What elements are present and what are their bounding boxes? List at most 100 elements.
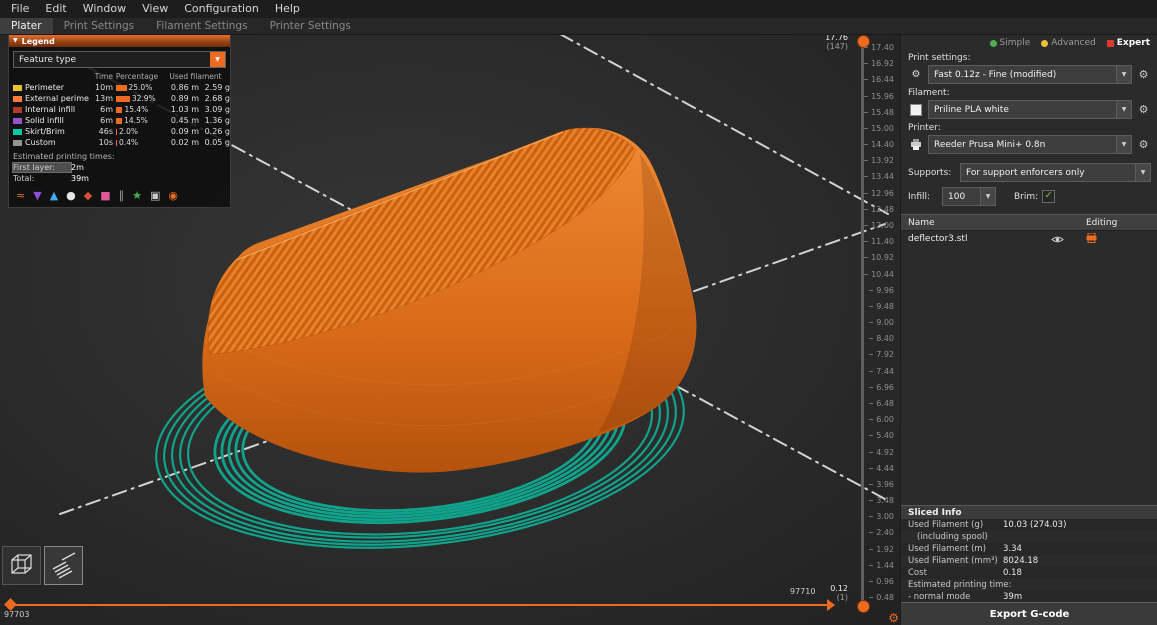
object-editing-icon[interactable] <box>1086 232 1097 246</box>
print-settings-dropdown[interactable]: Fast 0.12z - Fine (modified) ▼ <box>928 65 1132 84</box>
feature-color-swatch <box>13 139 22 146</box>
layer-tick-label: 12.00 <box>864 221 894 230</box>
menu-view[interactable]: View <box>134 0 176 18</box>
chevron-down-icon: ▼ <box>980 188 995 205</box>
printer-icon <box>908 139 924 150</box>
chevron-down-icon: ▼ <box>1135 164 1150 181</box>
filament-edit-icon[interactable]: ⚙ <box>1136 103 1151 116</box>
visibility-eye-icon[interactable] <box>1051 235 1064 244</box>
layer-tick-label: 1.92 <box>869 545 894 554</box>
menu-file[interactable]: File <box>3 0 37 18</box>
tab-plater[interactable]: Plater <box>0 18 53 34</box>
layer-tick-label: 15.48 <box>864 108 894 117</box>
sliced-info-row: (including spool) <box>917 532 988 542</box>
layer-slider-bottom-handle[interactable] <box>857 600 870 613</box>
export-gcode-button[interactable]: Export G-code <box>901 602 1157 625</box>
deretractions-icon[interactable]: ▲ <box>50 190 58 202</box>
layer-tick-label: 17.40 <box>864 44 894 52</box>
horizontal-move-slider[interactable] <box>8 604 828 606</box>
view-mode-toggles <box>2 546 83 585</box>
layer-tick-label: 9.96 <box>869 286 894 295</box>
mode-simple[interactable]: Simple <box>989 38 1030 48</box>
legend-row: Internal infill 6m 15.4% 1.03 m 3.09 g <box>13 104 230 115</box>
editor-view-toggle[interactable] <box>2 546 41 585</box>
seams-icon[interactable]: ● <box>66 190 76 202</box>
feature-color-swatch <box>13 95 22 102</box>
layer-tick-label: 5.40 <box>869 432 894 440</box>
shells-icon[interactable]: ▣ <box>150 190 160 202</box>
layer-tick-label: 0.48 <box>869 594 894 602</box>
percentage-bar <box>116 106 123 113</box>
legend-title: Legend <box>21 36 55 46</box>
percentage-bar <box>116 139 117 146</box>
sliced-info-title: Sliced Info <box>901 505 1157 519</box>
legend-option-icons: ≈ ▼ ▲ ● ◆ ■ ∥ ★ ▣ ◉ <box>9 184 230 207</box>
3d-viewport[interactable]: ▼ Legend Feature type ▼ Time Percentage … <box>0 34 900 625</box>
printer-dropdown[interactable]: Reeder Prusa Mini+ 0.8n ▼ <box>928 135 1132 154</box>
tab-filament-settings[interactable]: Filament Settings <box>145 18 258 34</box>
view-type-value: Feature type <box>19 54 76 65</box>
supports-dropdown[interactable]: For support enforcers only ▼ <box>960 163 1151 182</box>
layer-tick-label: 7.44 <box>869 367 894 376</box>
infill-label: Infill: <box>908 191 931 202</box>
layer-tick-label: 12.96 <box>864 189 894 198</box>
mode-expert[interactable]: Expert <box>1106 38 1150 48</box>
menu-window[interactable]: Window <box>75 0 134 18</box>
custom-gcode-icon[interactable]: ★ <box>132 190 142 202</box>
layer-tick-label: 6.48 <box>869 399 894 408</box>
layer-tick-label: 10.92 <box>864 254 894 262</box>
supports-label: Supports: <box>908 167 952 178</box>
menu-edit[interactable]: Edit <box>37 0 74 18</box>
layer-tick-label: 6.96 <box>869 383 894 392</box>
feature-color-swatch <box>13 84 22 91</box>
retractions-icon[interactable]: ▼ <box>33 190 41 202</box>
feature-name: Internal infill <box>25 105 76 114</box>
top-layer-label: 17.76 (147) <box>825 33 848 51</box>
filament-dropdown[interactable]: Priline PLA white ▼ <box>928 100 1132 119</box>
tab-print-settings[interactable]: Print Settings <box>53 18 146 34</box>
print-settings-icon: ⚙ <box>911 69 921 80</box>
layer-tick-label: 15.00 <box>864 124 894 133</box>
move-start-value: 97703 <box>4 610 30 619</box>
travel-icon[interactable]: ≈ <box>16 190 25 202</box>
layer-tick-label: 0.96 <box>869 577 894 586</box>
print-settings-edit-icon[interactable]: ⚙ <box>1136 68 1151 81</box>
chevron-down-icon[interactable]: ▼ <box>210 52 225 67</box>
layer-tick-label: 4.92 <box>869 448 894 457</box>
simple-mode-icon <box>989 39 997 47</box>
settings-sidebar: Simple Advanced Expert Print settings: ⚙ F… <box>900 34 1157 625</box>
total-time-row: Total: 39m <box>13 174 89 183</box>
layer-tick-label: 3.96 <box>869 480 894 489</box>
layer-tick-label: 16.44 <box>864 76 894 84</box>
layer-slider[interactable]: ⚙ 17.40 16.92 16.44 15.96 15.48 15.00 14.40 13.… <box>852 34 900 625</box>
feature-color-swatch <box>13 117 22 124</box>
sliced-info-row: Estimated printing time: <box>908 580 1012 590</box>
legend-header[interactable]: ▼ Legend <box>9 35 230 47</box>
brim-checkbox[interactable]: ✓ <box>1042 190 1056 203</box>
pause-prints-icon[interactable]: ∥ <box>119 190 125 202</box>
layer-tick-label: 14.40 <box>864 141 894 149</box>
color-changes-icon[interactable]: ■ <box>100 190 110 202</box>
infill-dropdown[interactable]: 100 ▼ <box>942 187 996 206</box>
legend-toggle-icon[interactable]: ◉ <box>168 190 178 202</box>
layer-tick-label: 8.40 <box>869 335 894 343</box>
layer-tick-label: 11.40 <box>864 238 894 246</box>
legend-row: External perimeter13m32.9%0.89 m2.68 g <box>13 93 230 104</box>
prusaslicer-window: File Edit Window View Configuration Help Plat… <box>0 0 1157 625</box>
object-row[interactable]: deflector3.stl <box>901 231 1157 247</box>
mode-advanced[interactable]: Advanced <box>1041 38 1096 48</box>
preview-view-toggle[interactable] <box>44 546 83 585</box>
view-type-dropdown[interactable]: Feature type ▼ <box>13 51 226 68</box>
menu-bar: File Edit Window View Configuration Help <box>0 0 1157 18</box>
menu-configuration[interactable]: Configuration <box>176 0 267 18</box>
filament-label: Filament: <box>908 88 950 98</box>
layer-tick-label: 3.48 <box>869 497 894 505</box>
tool-changes-icon[interactable]: ◆ <box>84 190 92 202</box>
estimated-times-title: Estimated printing times: <box>13 152 115 161</box>
feature-name: Perimeter <box>25 83 65 92</box>
chevron-down-icon: ▼ <box>1116 101 1131 118</box>
slider-settings-gear-icon[interactable]: ⚙ <box>888 612 899 624</box>
tab-printer-settings[interactable]: Printer Settings <box>259 18 362 34</box>
menu-help[interactable]: Help <box>267 0 308 18</box>
printer-edit-icon[interactable]: ⚙ <box>1136 138 1151 151</box>
